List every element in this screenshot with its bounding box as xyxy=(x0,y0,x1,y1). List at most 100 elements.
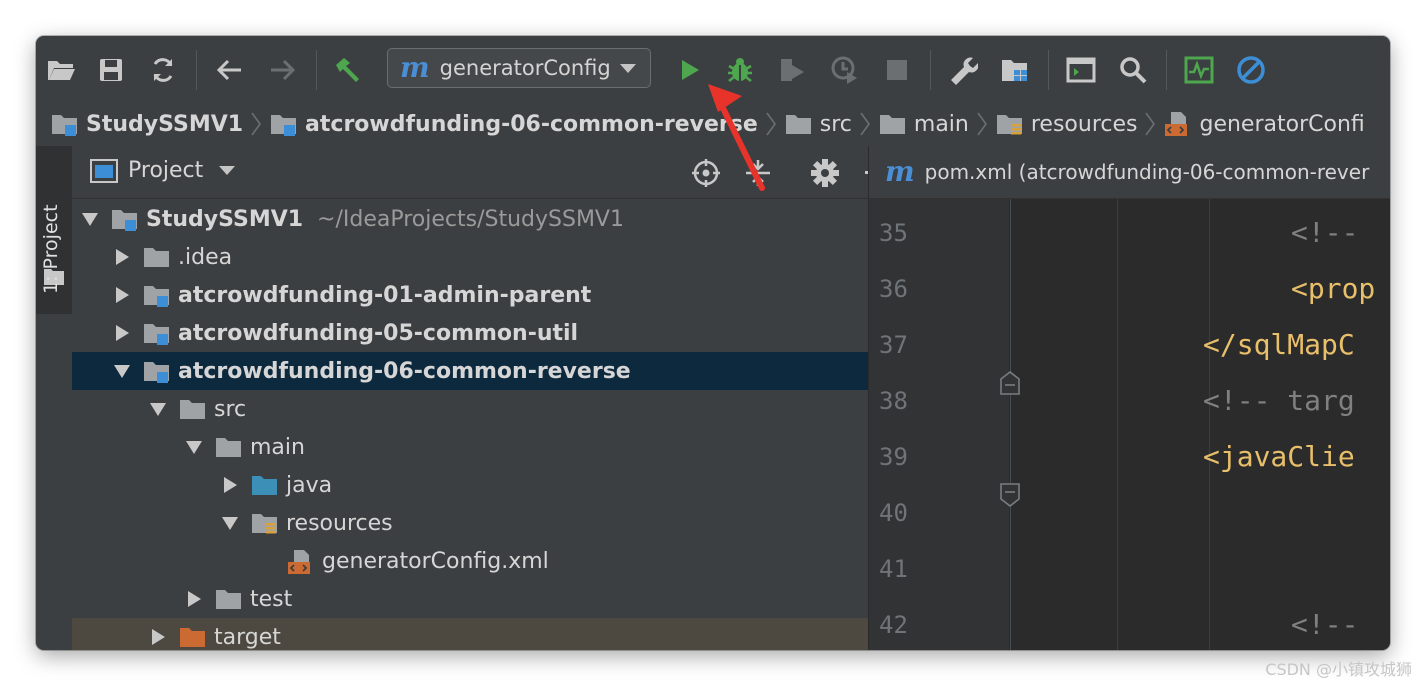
project-window-icon xyxy=(90,158,118,183)
line-number: 42 xyxy=(879,611,908,639)
fold-collapse-icon[interactable] xyxy=(999,370,1021,396)
module-folder-icon xyxy=(142,320,170,346)
gear-icon[interactable] xyxy=(809,158,841,188)
tree-item-path: ~/IdeaProjects/StudySSMV1 xyxy=(317,206,624,232)
minimize-panel-icon[interactable] xyxy=(861,158,868,188)
xml-file-icon xyxy=(286,548,314,574)
breadcrumb-item-module[interactable]: atcrowdfunding-06-common-reverse xyxy=(269,102,758,146)
fold-expand-icon[interactable] xyxy=(999,482,1021,508)
toolbar-separator xyxy=(930,50,931,90)
line-number: 41 xyxy=(879,555,908,583)
tree-item-label: main xyxy=(250,434,305,460)
tree-item-label: generatorConfig.xml xyxy=(322,548,549,574)
tree-item-label: test xyxy=(250,586,293,612)
chevron-right-icon[interactable] xyxy=(114,325,130,341)
code-line[interactable]: </sqlMapC xyxy=(1203,328,1355,361)
activity-monitor-icon[interactable] xyxy=(1182,53,1216,87)
breadcrumb-item-main[interactable]: main xyxy=(878,102,969,146)
chevron-right-icon[interactable] xyxy=(186,591,202,607)
tree-item-label: atcrowdfunding-05-common-util xyxy=(178,320,579,346)
code-editor: m pom.xml (atcrowdfunding-06-common-reve… xyxy=(869,146,1390,650)
breadcrumb-chevron-icon xyxy=(977,112,987,136)
chevron-down-icon[interactable] xyxy=(114,363,130,379)
folder-icon xyxy=(142,244,170,270)
chevron-right-icon[interactable] xyxy=(150,629,166,645)
editor-tab-pom-xml[interactable]: m pom.xml (atcrowdfunding-06-common-reve… xyxy=(869,146,1390,199)
chevron-right-icon[interactable] xyxy=(114,249,130,265)
chevron-right-icon[interactable] xyxy=(114,287,130,303)
tree-row-java[interactable]: java xyxy=(72,466,868,504)
line-number: 36 xyxy=(879,275,908,303)
left-tool-stripe: 1: Project xyxy=(36,146,73,650)
search-icon[interactable] xyxy=(1116,53,1150,87)
run-configuration-select[interactable]: m generatorConfig xyxy=(387,48,651,88)
folder-icon xyxy=(214,434,242,460)
breadcrumb-item-src[interactable]: src xyxy=(784,102,852,146)
tree-row-common-util[interactable]: atcrowdfunding-05-common-util xyxy=(72,314,868,352)
tree-row-src[interactable]: src xyxy=(72,390,868,428)
project-structure-icon[interactable] xyxy=(998,53,1032,87)
chevron-right-icon[interactable] xyxy=(222,477,238,493)
project-panel: Project StudySSMV1 ~/IdeaProjects/StudyS… xyxy=(72,146,869,650)
tree-item-label: target xyxy=(214,624,281,650)
build-hammer-icon[interactable] xyxy=(330,53,364,87)
module-folder-icon xyxy=(142,282,170,308)
breadcrumb-item-project[interactable]: StudySSMV1 xyxy=(50,102,243,146)
folder-icon xyxy=(785,115,811,134)
sync-icon[interactable] xyxy=(146,53,180,87)
breadcrumb-item-resources[interactable]: resources xyxy=(995,102,1138,146)
run-with-coverage-icon[interactable] xyxy=(776,53,810,87)
breadcrumb-chevron-icon xyxy=(1145,112,1156,136)
code-line[interactable]: <!-- xyxy=(1291,608,1375,641)
wrench-icon[interactable] xyxy=(946,53,980,87)
breadcrumb-item-file[interactable]: generatorConfi xyxy=(1163,102,1365,146)
module-folder-icon xyxy=(142,358,170,384)
chevron-down-icon xyxy=(620,64,636,73)
chevron-down-icon[interactable] xyxy=(186,439,202,455)
tree-row-project-root[interactable]: StudySSMV1 ~/IdeaProjects/StudySSMV1 xyxy=(72,200,868,238)
tree-row-resources[interactable]: resources xyxy=(72,504,868,542)
line-number: 39 xyxy=(879,443,908,471)
ide-window: m generatorConfig StudySSMV1 atcrowdfund… xyxy=(36,36,1390,650)
annotation-arrow-icon xyxy=(708,84,765,191)
tree-row-common-reverse[interactable]: atcrowdfunding-06-common-reverse xyxy=(72,352,868,390)
save-icon[interactable] xyxy=(94,53,128,87)
excluded-folder-icon xyxy=(178,624,206,650)
maven-m-icon: m xyxy=(400,51,430,84)
code-line[interactable]: <!-- xyxy=(1291,216,1375,249)
back-arrow-icon[interactable] xyxy=(212,53,246,87)
line-number: 37 xyxy=(879,331,908,359)
project-tool-tab-label: 1: Project xyxy=(40,204,62,294)
project-view-select[interactable]: Project xyxy=(90,158,236,183)
stop-icon[interactable] xyxy=(880,53,914,87)
code-line[interactable]: <prop xyxy=(1291,272,1375,305)
chevron-down-icon[interactable] xyxy=(82,211,98,227)
tree-item-label: atcrowdfunding-06-common-reverse xyxy=(178,358,631,384)
tree-row-main[interactable]: main xyxy=(72,428,868,466)
breadcrumb-chevron-icon xyxy=(860,112,870,136)
tree-row-admin-parent[interactable]: atcrowdfunding-01-admin-parent xyxy=(72,276,868,314)
tree-row-generator-config-xml[interactable]: generatorConfig.xml xyxy=(72,542,868,580)
terminal-icon[interactable] xyxy=(1064,53,1098,87)
fold-guide-line xyxy=(1010,199,1011,650)
chevron-down-icon[interactable] xyxy=(222,515,238,531)
profile-icon[interactable] xyxy=(828,53,862,87)
breadcrumb-label: resources xyxy=(1030,111,1138,137)
project-panel-title: Project xyxy=(128,158,204,183)
resources-folder-icon xyxy=(250,510,278,536)
tree-row-idea[interactable]: .idea xyxy=(72,238,868,276)
tree-row-test[interactable]: test xyxy=(72,580,868,618)
code-line[interactable]: <javaClie xyxy=(1203,440,1355,473)
folder-icon xyxy=(178,396,206,422)
chevron-down-icon[interactable] xyxy=(150,401,166,417)
folder-icon xyxy=(879,115,905,134)
project-tool-tab[interactable]: 1: Project xyxy=(36,146,72,314)
editor-tab-label: pom.xml (atcrowdfunding-06-common-rever xyxy=(924,160,1370,184)
tree-item-label: java xyxy=(286,472,333,498)
code-line[interactable]: <!-- targ xyxy=(1203,384,1355,417)
open-folder-icon[interactable] xyxy=(44,53,78,87)
forward-arrow-icon[interactable] xyxy=(266,53,300,87)
block-icon[interactable] xyxy=(1234,53,1268,87)
tree-row-target[interactable]: target xyxy=(72,618,868,650)
